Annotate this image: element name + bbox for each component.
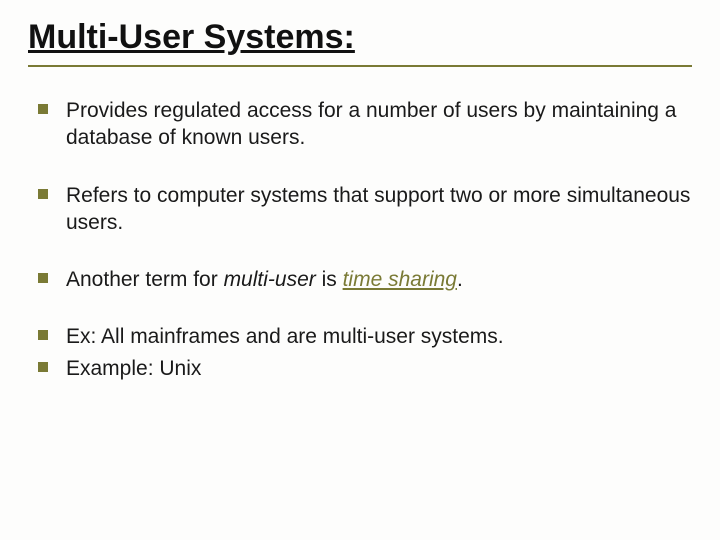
- list-item: Example: Unix: [38, 355, 692, 382]
- slide: Multi-User Systems: Provides regulated a…: [0, 0, 720, 540]
- bullet-text: Another term for multi-user is time shar…: [66, 266, 463, 293]
- list-item: Refers to computer systems that support …: [38, 182, 692, 237]
- slide-title: Multi-User Systems:: [28, 18, 692, 57]
- text-fragment: is: [316, 268, 343, 291]
- bullet-text: Provides regulated access for a number o…: [66, 97, 692, 152]
- text-fragment: .: [457, 268, 463, 291]
- list-item: Ex: All mainframes and are multi-user sy…: [38, 323, 692, 350]
- square-bullet-icon: [38, 104, 48, 114]
- emphasized-link-text: time sharing: [343, 268, 457, 291]
- square-bullet-icon: [38, 330, 48, 340]
- bullet-text: Refers to computer systems that support …: [66, 182, 692, 237]
- list-item: Another term for multi-user is time shar…: [38, 266, 692, 293]
- italic-text: multi-user: [224, 268, 316, 291]
- bullet-list: Provides regulated access for a number o…: [28, 97, 692, 382]
- square-bullet-icon: [38, 362, 48, 372]
- text-fragment: Another term for: [66, 268, 224, 291]
- title-underline-rule: [28, 65, 692, 67]
- square-bullet-icon: [38, 273, 48, 283]
- square-bullet-icon: [38, 189, 48, 199]
- list-item: Provides regulated access for a number o…: [38, 97, 692, 152]
- bullet-text: Example: Unix: [66, 355, 201, 382]
- bullet-text: Ex: All mainframes and are multi-user sy…: [66, 323, 504, 350]
